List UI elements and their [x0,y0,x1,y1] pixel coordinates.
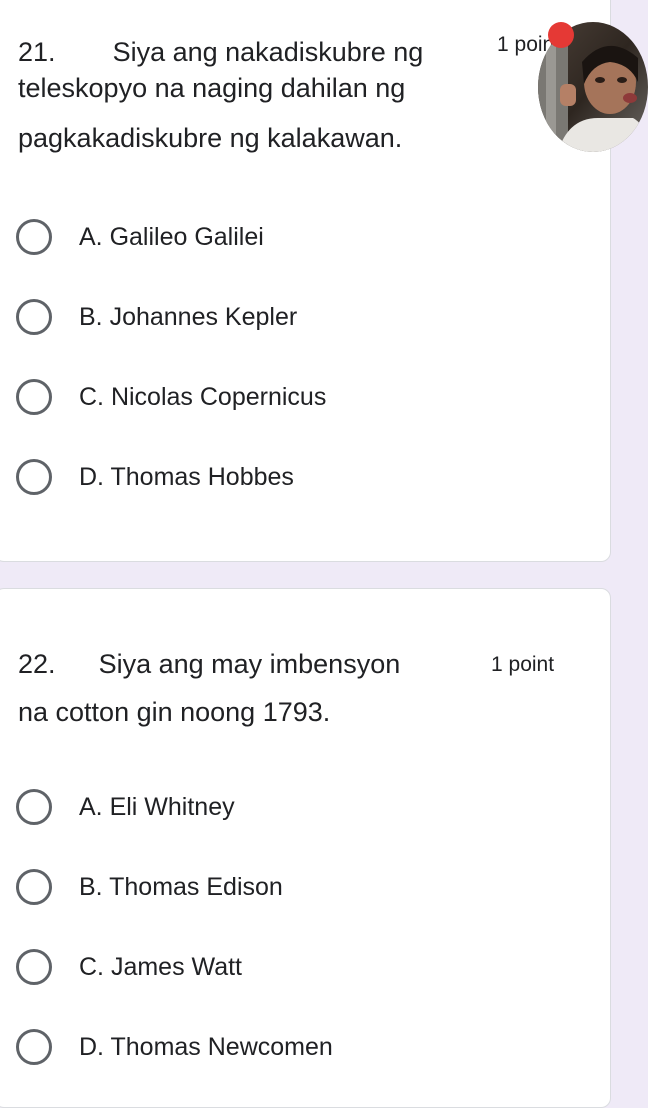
option-label: D. Thomas Hobbes [79,462,294,491]
option-label: B. Johannes Kepler [79,302,298,331]
option-c[interactable]: C. Nicolas Copernicus [16,375,326,419]
radio-button[interactable] [16,789,52,825]
option-label: D. Thomas Newcomen [79,1032,333,1061]
question-text: Siya ang may imbensyon [98,649,401,679]
option-d[interactable]: D. Thomas Newcomen [16,1025,333,1069]
option-label: A. Eli Whitney [79,792,235,821]
option-c[interactable]: C. James Watt [16,945,242,989]
radio-button[interactable] [16,949,52,985]
option-b[interactable]: B. Thomas Edison [16,865,283,909]
question-number: 22. [18,649,56,679]
radio-button[interactable] [16,219,52,255]
option-a[interactable]: A. Eli Whitney [16,785,235,829]
option-label: A. Galileo Galilei [79,222,264,251]
points-badge: 1 point [491,653,555,676]
option-b[interactable]: B. Johannes Kepler [16,295,297,339]
option-label: B. Thomas Edison [79,872,283,901]
radio-button[interactable] [16,459,52,495]
question-card-22: 22. Siya ang may imbensyon 1 point na co… [0,588,611,1108]
option-d[interactable]: D. Thomas Hobbes [16,455,294,499]
option-a[interactable]: A. Galileo Galilei [16,215,264,259]
radio-button[interactable] [16,379,52,415]
top-partial-line [0,0,643,5]
radio-button[interactable] [16,299,52,335]
question-card-21: 21. Siya ang nakadiskubre ng 1 point tel… [0,0,611,562]
option-label: C. Nicolas Copernicus [79,382,327,411]
option-label: C. James Watt [79,952,242,981]
question-text-line2: na cotton gin noong 1793. [18,697,331,727]
radio-button[interactable] [16,1029,52,1065]
notification-dot [548,22,574,48]
question-text: Siya ang nakadiskubre ng [112,37,424,67]
question-text-line2: teleskopyo na naging dahilan ng [18,73,406,103]
radio-button[interactable] [16,869,52,905]
question-title: 22. Siya ang may imbensyon [18,641,400,687]
question-text-line3: pagkakadiskubre ng kalakawan. [18,123,403,153]
